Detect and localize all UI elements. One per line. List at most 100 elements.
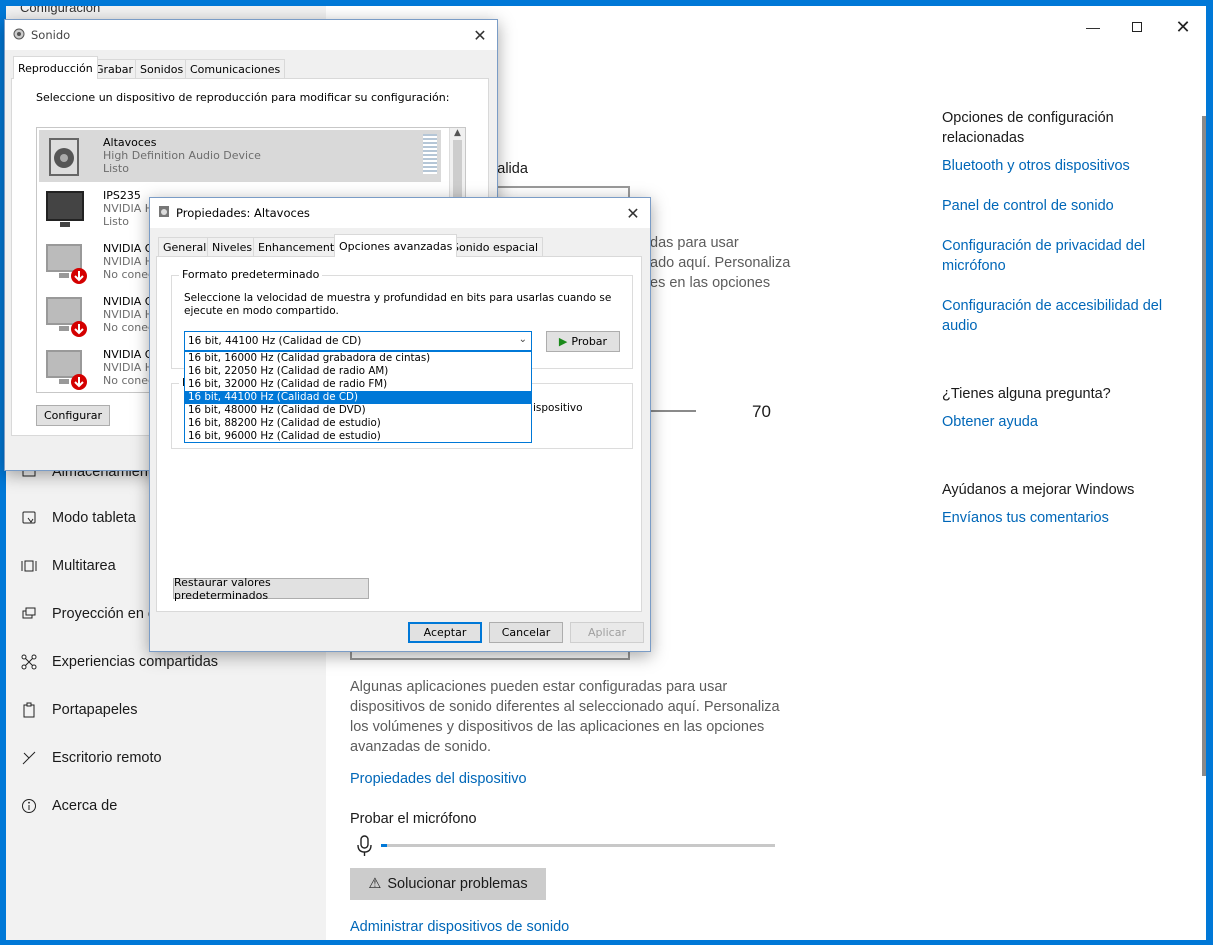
speaker-device-icon: [47, 136, 83, 181]
tab-levels[interactable]: Niveles: [207, 237, 258, 257]
input-body-line-2: dispositivos de sonido diferentes al sel…: [350, 699, 780, 715]
output-body-line-2: ado aquí. Personaliza: [650, 255, 791, 271]
output-body-line-1: das para usar: [650, 235, 739, 251]
info-icon: [20, 797, 38, 815]
disconnected-monitor-icon: [45, 295, 89, 342]
format-option[interactable]: 16 bit, 96000 Hz (Calidad de estudio): [185, 430, 531, 443]
mic-level-fill: [381, 844, 387, 847]
play-icon: ▶: [558, 335, 568, 348]
format-dropdown-list: 16 bit, 16000 Hz (Calidad grabadora de c…: [184, 351, 532, 443]
close-icon: ✕: [626, 203, 640, 223]
close-icon: ✕: [1175, 16, 1191, 37]
format-option[interactable]: 16 bit, 48000 Hz (Calidad de DVD): [185, 404, 531, 417]
sound-dialog-title: Sonido: [31, 28, 71, 42]
mic-privacy-link-1[interactable]: Configuración de privacidad del: [942, 236, 1145, 256]
format-desc-line-1: Seleccione la velocidad de muestra y pro…: [184, 292, 612, 304]
format-option-selected[interactable]: 16 bit, 44100 Hz (Calidad de CD): [185, 391, 531, 404]
close-button[interactable]: ✕: [1160, 12, 1206, 42]
clipboard-icon: [20, 701, 38, 719]
format-option[interactable]: 16 bit, 88200 Hz (Calidad de estudio): [185, 417, 531, 430]
get-help-link[interactable]: Obtener ayuda: [942, 412, 1038, 432]
close-icon: ✕: [473, 25, 487, 45]
maximize-icon: [1132, 22, 1142, 32]
feedback-link[interactable]: Envíanos tus comentarios: [942, 508, 1109, 528]
nav-item-remote-desktop[interactable]: Escritorio remoto: [20, 744, 162, 772]
settings-scrollbar[interactable]: [1202, 116, 1206, 776]
nav-item-about[interactable]: Acerca de: [20, 792, 117, 820]
question-heading: ¿Tienes alguna pregunta?: [942, 386, 1111, 402]
properties-titlebar: Propiedades: Altavoces: [150, 198, 650, 228]
tab-general[interactable]: General: [158, 237, 212, 257]
exclusive-mode-text-cut: ispositivo: [533, 402, 583, 414]
speaker-properties-dialog: Propiedades: Altavoces ✕ General Niveles…: [149, 197, 651, 652]
tab-sounds[interactable]: Sonidos: [135, 59, 189, 79]
properties-close-button[interactable]: ✕: [616, 198, 650, 228]
scroll-thumb[interactable]: [453, 140, 462, 200]
tablet-mode-icon: [20, 509, 38, 527]
nav-item-shared-experiences[interactable]: Experiencias compartidas: [20, 648, 218, 676]
advanced-panel: Formato predeterminado Seleccione la vel…: [156, 256, 642, 612]
format-option[interactable]: 16 bit, 16000 Hz (Calidad grabadora de c…: [185, 352, 531, 365]
bluetooth-link[interactable]: Bluetooth y otros dispositivos: [942, 156, 1130, 176]
disconnected-monitor-icon: [45, 348, 89, 392]
scroll-up-arrow-icon[interactable]: ▲: [450, 128, 465, 138]
related-heading-2: relacionadas: [942, 130, 1025, 146]
device-item-speakers[interactable]: Altavoces High Definition Audio Device L…: [39, 130, 441, 182]
input-body-line-3: los volúmenes y dispositivos de las apli…: [350, 719, 765, 735]
warning-icon: ⚠: [368, 876, 382, 892]
output-body-line-3: es en las opciones: [650, 275, 771, 291]
format-desc-line-2: ejecute en modo compartido.: [184, 305, 339, 317]
nav-item-tablet-mode[interactable]: Modo tableta: [20, 504, 136, 532]
device-properties-link[interactable]: Propiedades del dispositivo: [350, 769, 527, 789]
format-select[interactable]: 16 bit, 44100 Hz (Calidad de CD) ⌄: [184, 331, 532, 351]
tab-communications[interactable]: Comunicaciones: [185, 59, 286, 79]
mic-privacy-link-2[interactable]: micrófono: [942, 256, 1006, 276]
sound-control-panel-link[interactable]: Panel de control de sonido: [942, 196, 1114, 216]
cancel-button[interactable]: Cancelar: [489, 622, 563, 643]
playback-instruction: Seleccione un dispositivo de reproducció…: [36, 91, 450, 104]
format-option[interactable]: 16 bit, 22050 Hz (Calidad de radio AM): [185, 365, 531, 378]
manage-sound-devices-link[interactable]: Administrar dispositivos de sonido: [350, 917, 569, 937]
test-button[interactable]: ▶ Probar: [546, 331, 620, 352]
sound-dialog-titlebar: Sonido: [5, 20, 497, 50]
shared-experiences-icon: [20, 653, 38, 671]
volume-level-bars: [423, 134, 437, 174]
remote-desktop-icon: [20, 749, 38, 767]
tab-spatial-sound[interactable]: Sonido espacial: [447, 237, 544, 257]
minimize-icon: —: [1086, 19, 1100, 35]
audio-accessibility-link-2[interactable]: audio: [942, 316, 977, 336]
minimize-button[interactable]: —: [1070, 12, 1116, 42]
audio-accessibility-link-1[interactable]: Configuración de accesibilidad del: [942, 296, 1162, 316]
restore-defaults-button[interactable]: Restaurar valores predeterminados: [173, 576, 369, 602]
microphone-icon: [356, 835, 374, 862]
tab-advanced-options[interactable]: Opciones avanzadas: [334, 234, 458, 257]
tab-enhancements[interactable]: Enhancements: [253, 237, 345, 257]
disconnected-monitor-icon: [45, 242, 89, 289]
improve-heading: Ayúdanos a mejorar Windows: [942, 482, 1135, 498]
monitor-icon: [45, 189, 85, 232]
troubleshoot-button[interactable]: ⚠ Solucionar problemas: [350, 868, 546, 900]
nav-item-multitasking[interactable]: Multitarea: [20, 552, 116, 580]
volume-slider-track[interactable]: [646, 410, 696, 412]
nav-item-clipboard[interactable]: Portapapeles: [20, 696, 137, 724]
apply-button[interactable]: Aplicar: [570, 622, 644, 643]
configure-button[interactable]: Configurar: [36, 405, 110, 426]
related-heading-1: Opciones de configuración: [942, 110, 1114, 126]
test-mic-label: Probar el micrófono: [350, 811, 477, 827]
projection-icon: [20, 605, 38, 623]
input-body-line-1: Algunas aplicaciones pueden estar config…: [350, 679, 728, 695]
settings-title-cut: Configuración: [20, 6, 101, 15]
tab-playback[interactable]: Reproducción: [13, 56, 98, 79]
multitasking-icon: [20, 557, 38, 575]
sound-dialog-close-button[interactable]: ✕: [463, 20, 497, 50]
default-format-title: Formato predeterminado: [179, 268, 323, 281]
volume-value: 70: [752, 402, 771, 421]
properties-title: Propiedades: Altavoces: [176, 206, 310, 220]
mic-level-meter: [381, 844, 775, 847]
speaker-icon: [13, 28, 25, 43]
format-option[interactable]: 16 bit, 32000 Hz (Calidad de radio FM): [185, 378, 531, 391]
maximize-button[interactable]: [1114, 12, 1160, 42]
ok-button[interactable]: Aceptar: [408, 622, 482, 643]
input-body-line-4: avanzadas de sonido.: [350, 739, 492, 755]
speaker-icon: [158, 205, 170, 221]
